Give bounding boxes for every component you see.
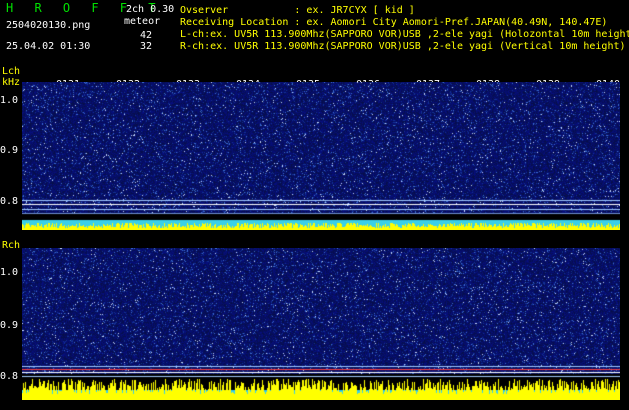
lch-info: L-ch:ex. UV5R 113.900Mhz(SAPPORO VOR)USB…	[180, 29, 629, 40]
lch-ytick: 1.0	[0, 95, 19, 106]
lch-ytick: 0.8	[0, 196, 19, 207]
rch-ytick: 0.9	[0, 320, 19, 331]
rch-ytick: 0.8	[0, 371, 19, 382]
lch-spectrogram-canvas	[22, 82, 620, 230]
rch-spectrogram	[22, 248, 620, 400]
observer-info: Ovserver : ex. JR7CYX [ kid ]	[180, 5, 415, 16]
rch-label: Rch	[2, 240, 21, 251]
khz-label: kHz	[2, 77, 21, 88]
rch-info: R-ch:ex. UV5R 113.900Mhz(SAPPORO VOR)USB…	[180, 41, 626, 52]
lch-ytick: 0.9	[0, 145, 19, 156]
filename: 2504020130.png	[6, 20, 91, 31]
lch-spectrogram	[22, 82, 620, 230]
mode-label: 2ch 0.30	[126, 4, 175, 15]
rch-spectrogram-canvas	[22, 248, 620, 400]
meteor-count-r: 32	[140, 41, 153, 52]
datetime: 25.04.02 01:30	[6, 41, 91, 52]
meteor-label: meteor	[124, 16, 161, 27]
location-info: Receiving Location : ex. Aomori City Aom…	[180, 17, 608, 28]
rch-ytick: 1.0	[0, 267, 19, 278]
